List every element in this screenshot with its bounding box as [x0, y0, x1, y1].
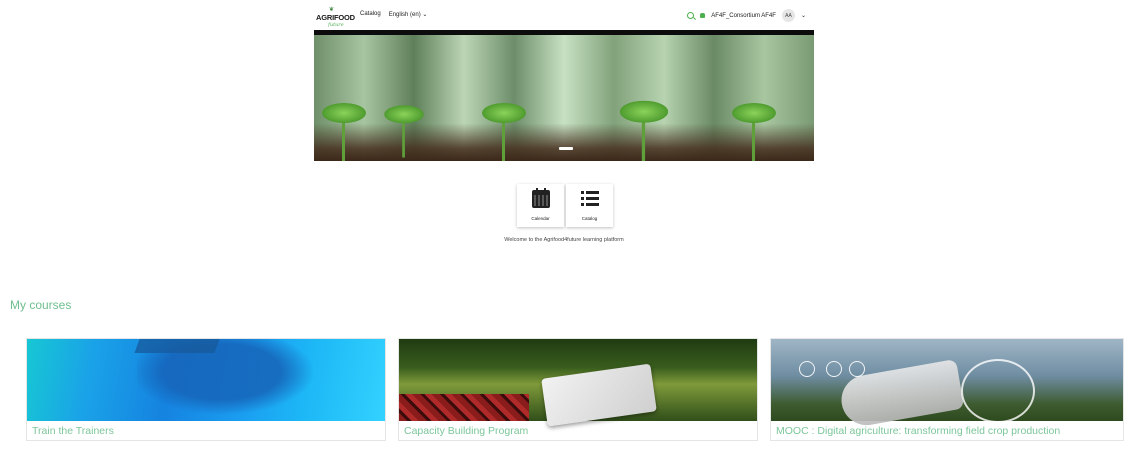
tech-ring-overlay: [961, 359, 1035, 423]
hero-banner: [314, 30, 814, 161]
avatar[interactable]: AA: [781, 9, 795, 22]
course-thumbnail[interactable]: [27, 339, 385, 421]
tech-bubble: [826, 361, 842, 377]
catalog-label: Catalog: [581, 216, 598, 221]
sprout-decoration: [377, 95, 431, 158]
top-navigation-bar: ❦ AGRIFOOD future Catalog English (en) ⌄…: [314, 0, 814, 30]
tech-bubble: [799, 361, 815, 377]
user-name[interactable]: AF4F_Consortium AF4F: [711, 13, 776, 19]
user-menu-chevron-icon[interactable]: ⌄: [801, 12, 806, 19]
tech-bubble: [849, 361, 865, 377]
user-area: AF4F_Consortium AF4F AA ⌄: [687, 9, 806, 22]
bell-icon[interactable]: [700, 13, 706, 18]
sprout-decoration: [314, 91, 374, 161]
course-card[interactable]: MOOC : Digital agriculture: transforming…: [770, 338, 1124, 441]
course-title[interactable]: MOOC : Digital agriculture: transforming…: [776, 425, 1060, 437]
course-title[interactable]: Train the Trainers: [32, 425, 114, 437]
course-thumbnail[interactable]: [399, 339, 757, 427]
calendar-tile[interactable]: Calendar: [517, 184, 564, 227]
nav-catalog-link[interactable]: Catalog: [360, 11, 381, 18]
my-courses-heading: My courses: [10, 298, 72, 312]
graduation-cap: [134, 339, 220, 353]
tablet-image: [541, 363, 657, 427]
welcome-message: Welcome to the Agrifood4future learning …: [504, 237, 624, 243]
slider-indicator[interactable]: [559, 147, 573, 150]
agrifood-logo[interactable]: ❦ AGRIFOOD future: [314, 6, 355, 28]
language-label: English (en): [388, 12, 421, 18]
course-card[interactable]: Train the Trainers: [26, 338, 386, 441]
language-selector[interactable]: English (en) ⌄: [389, 11, 428, 18]
search-icon[interactable]: [687, 12, 695, 19]
tile-icon-wrapper: [580, 189, 600, 209]
sprout-decoration: [611, 88, 677, 161]
leaf-icon: ❦: [329, 7, 335, 13]
logo-brand: AGRIFOOD: [316, 13, 355, 22]
list-icon: [580, 191, 599, 207]
course-card[interactable]: Capacity Building Program: [398, 338, 758, 441]
tile-icon-wrapper: [531, 188, 551, 209]
primary-nav: Catalog English (en) ⌄: [360, 11, 427, 18]
logo-tagline: future: [328, 22, 344, 28]
course-title[interactable]: Capacity Building Program: [404, 425, 528, 437]
sprout-decoration: [474, 91, 534, 161]
calendar-icon: [531, 188, 550, 208]
course-thumbnail[interactable]: [771, 339, 1123, 430]
chevron-down-icon: ⌄: [422, 12, 428, 18]
sprout-decoration: [724, 91, 784, 161]
plaid-sleeve-image: [399, 394, 529, 421]
quick-links: Calendar Catalog: [517, 184, 613, 227]
catalog-tile[interactable]: Catalog: [566, 184, 613, 227]
calendar-label: Calendar: [531, 216, 550, 221]
